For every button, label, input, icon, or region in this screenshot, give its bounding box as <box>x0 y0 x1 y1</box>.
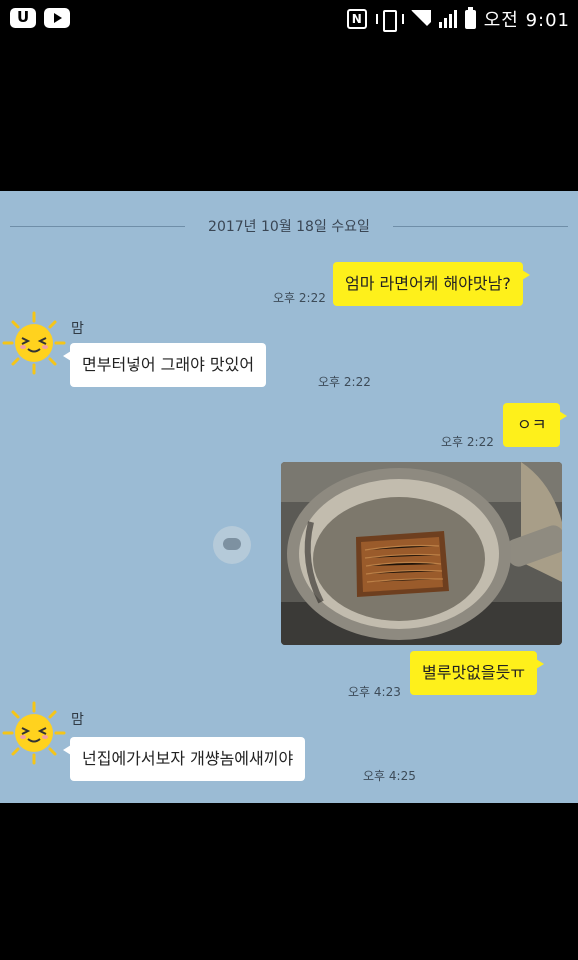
wifi-icon <box>409 10 431 28</box>
message-time: 오후 4:25 <box>363 769 416 783</box>
my-message-bubble[interactable]: ㅇㅋ <box>503 403 568 447</box>
vibrate-icon <box>375 10 404 32</box>
my-message-bubble[interactable]: 엄마 라면어케 해야맛남? <box>333 262 530 306</box>
date-divider: 2017년 10월 18일 수요일 <box>10 216 568 236</box>
status-bar: N 오전 9:01 <box>0 0 578 36</box>
their-message-bubble[interactable]: 면부터넣어 그래야 맛있어 <box>62 343 267 387</box>
chat-room[interactable]: 2017년 10월 18일 수요일 엄마 라면어케 해야맛남? 오후 2:22 … <box>0 191 578 803</box>
message-time: 오후 2:22 <box>441 435 494 449</box>
message-time: 오후 4:23 <box>348 685 401 699</box>
nfc-icon: N <box>346 9 367 29</box>
sender-avatar-sun-icon[interactable] <box>2 311 66 375</box>
battery-icon <box>464 6 476 29</box>
sender-avatar-sun-icon[interactable] <box>2 701 66 765</box>
shared-photo[interactable] <box>281 462 562 645</box>
message-time: 오후 2:22 <box>273 291 326 305</box>
sender-name: 맘 <box>71 712 84 728</box>
their-message-bubble[interactable]: 넌집에가서보자 개썅놈에새끼야 <box>62 737 306 781</box>
signal-icon <box>438 10 457 28</box>
message-time: 오후 2:22 <box>318 375 371 389</box>
sender-name: 맘 <box>71 321 84 337</box>
youtube-icon <box>44 8 70 28</box>
clock: 오전 9:01 <box>483 10 570 31</box>
share-photo-button[interactable] <box>213 526 251 564</box>
my-message-bubble[interactable]: 별루맛없을듯ㅠ <box>410 651 545 695</box>
app-u-icon <box>10 8 36 28</box>
